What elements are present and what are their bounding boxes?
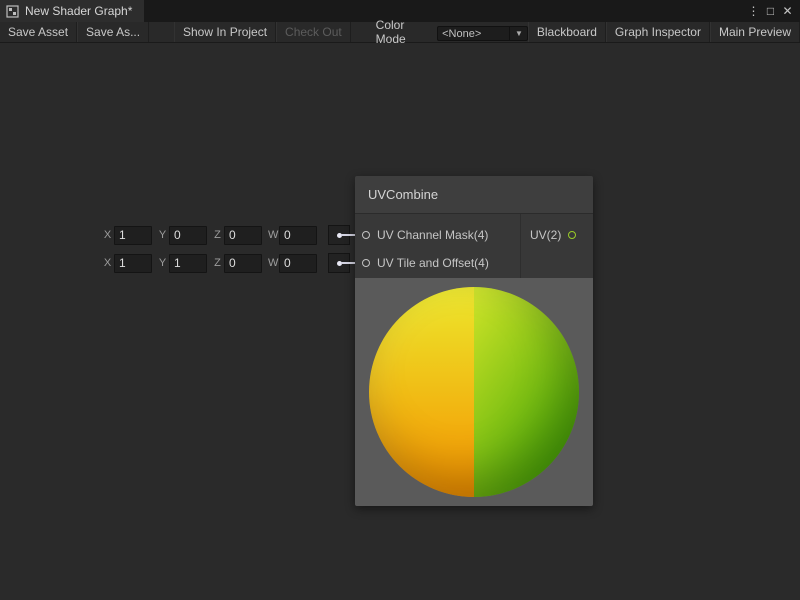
- window-controls: ⋮ □ ✕: [745, 0, 800, 22]
- vector-field: W: [268, 254, 317, 273]
- field-label-z: Z: [213, 257, 222, 269]
- toolbar-gap: [149, 22, 174, 42]
- vector-field: Z: [213, 254, 262, 273]
- maximize-icon[interactable]: □: [762, 0, 779, 22]
- shader-graph-icon: [6, 5, 19, 18]
- vector-input-y[interactable]: [169, 254, 207, 273]
- node-uvcombine[interactable]: UVCombine UV Channel Mask(4) UV Tile and…: [355, 176, 593, 506]
- save-asset-button[interactable]: Save Asset: [0, 22, 77, 42]
- vector4-editor-row-1: X Y Z W: [103, 225, 350, 245]
- output-port-row: UV(2): [521, 221, 593, 249]
- color-mode-dropdown[interactable]: <None> ▼: [437, 26, 528, 41]
- vector-input-x[interactable]: [114, 226, 152, 245]
- field-label-y: Y: [158, 229, 167, 241]
- blackboard-toggle-button[interactable]: Blackboard: [528, 22, 606, 42]
- field-label-w: W: [268, 229, 277, 241]
- output-port-label: UV(2): [530, 228, 561, 242]
- vector4-editor-row-2: X Y Z W: [103, 253, 350, 273]
- uv-preview-sphere: [369, 287, 579, 497]
- field-label-y: Y: [158, 257, 167, 269]
- graph-inspector-toggle-button[interactable]: Graph Inspector: [606, 22, 710, 42]
- input-port-icon[interactable]: [362, 259, 370, 267]
- sphere-shading: [369, 287, 579, 497]
- field-label-w: W: [268, 257, 277, 269]
- menu-icon[interactable]: ⋮: [745, 0, 762, 22]
- node-title: UVCombine: [368, 187, 438, 202]
- vector-input-z[interactable]: [224, 254, 262, 273]
- input-port-label: UV Tile and Offset(4): [377, 256, 489, 270]
- color-mode-control: Color Mode <None> ▼: [376, 22, 528, 42]
- toolbar: Save Asset Save As... Show In Project Ch…: [0, 22, 800, 43]
- main-preview-toggle-button[interactable]: Main Preview: [710, 22, 800, 42]
- graph-canvas[interactable]: X Y Z W X Y Z: [0, 43, 800, 600]
- save-as-button[interactable]: Save As...: [77, 22, 149, 42]
- vector-input-w[interactable]: [279, 226, 317, 245]
- vector-field: Y: [158, 226, 207, 245]
- vector-field: X: [103, 226, 152, 245]
- input-port-label: UV Channel Mask(4): [377, 228, 488, 242]
- tab-new-shader-graph[interactable]: New Shader Graph*: [0, 0, 144, 22]
- field-label-z: Z: [213, 229, 222, 241]
- vector-input-y[interactable]: [169, 226, 207, 245]
- vector-input-z[interactable]: [224, 226, 262, 245]
- color-mode-label: Color Mode: [376, 18, 430, 46]
- node-title-bar[interactable]: UVCombine: [355, 176, 593, 214]
- field-label-x: X: [103, 229, 112, 241]
- chevron-down-icon: ▼: [509, 27, 523, 40]
- close-icon[interactable]: ✕: [779, 0, 796, 22]
- input-port-icon[interactable]: [362, 231, 370, 239]
- node-preview: [355, 278, 593, 506]
- check-out-button: Check Out: [276, 22, 351, 42]
- node-body: UV Channel Mask(4) UV Tile and Offset(4)…: [355, 214, 593, 278]
- tab-title: New Shader Graph*: [25, 4, 132, 18]
- node-output-section: UV(2): [520, 214, 593, 278]
- vector-field: X: [103, 254, 152, 273]
- vector-field: Z: [213, 226, 262, 245]
- show-in-project-button[interactable]: Show In Project: [174, 22, 276, 42]
- output-port-icon[interactable]: [568, 231, 576, 239]
- toolbar-gap: [351, 22, 376, 42]
- color-mode-value: <None>: [442, 28, 481, 40]
- vector-input-x[interactable]: [114, 254, 152, 273]
- vector-input-w[interactable]: [279, 254, 317, 273]
- field-label-x: X: [103, 257, 112, 269]
- vector-field: Y: [158, 254, 207, 273]
- vector-field: W: [268, 226, 317, 245]
